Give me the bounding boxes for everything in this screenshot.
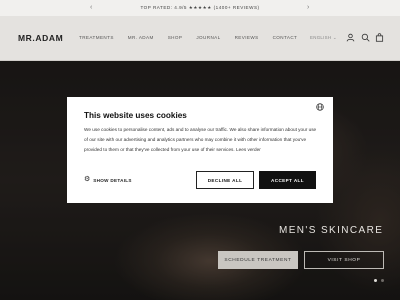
nav-item-treatments[interactable]: TREATMENTS — [79, 35, 114, 40]
show-details-label: SHOW DETAILS — [93, 177, 132, 183]
globe-icon[interactable] — [316, 103, 324, 111]
slide-dot-1[interactable] — [374, 279, 377, 282]
hero-title: MEN'S SKINCARE — [279, 225, 384, 236]
cookie-consent-dialog: This website uses cookies We use cookies… — [67, 97, 333, 203]
nav-item-contact[interactable]: CONTACT — [273, 35, 298, 40]
announcement-text: TOP RATED: 4.9/5 ★★★★★ (1400+ REVIEWS) — [140, 5, 260, 10]
nav-item-reviews[interactable]: REVIEWS — [235, 35, 259, 40]
accept-all-button[interactable]: ACCEPT ALL — [259, 171, 316, 189]
schedule-treatment-button[interactable]: SCHEDULE TREATMENT — [218, 251, 298, 269]
language-label: ENGLISH — [310, 35, 332, 40]
cookie-title: This website uses cookies — [84, 111, 187, 120]
site-header: MR.ADAM TREATMENTS MR. ADAM SHOP JOURNAL… — [0, 16, 400, 61]
chevron-right-icon[interactable]: › — [307, 3, 309, 13]
nav-item-shop[interactable]: SHOP — [168, 35, 183, 40]
logo[interactable]: MR.ADAM — [18, 33, 63, 43]
bag-icon[interactable] — [375, 33, 384, 42]
search-icon[interactable] — [361, 33, 370, 42]
decline-all-button[interactable]: DECLINE ALL — [196, 171, 254, 189]
nav-item-mr-adam[interactable]: MR. ADAM — [128, 35, 154, 40]
slide-dot-2[interactable] — [381, 279, 384, 282]
account-icon[interactable] — [346, 33, 355, 42]
nav-item-journal[interactable]: JOURNAL — [196, 35, 220, 40]
announcement-bar: ‹ TOP RATED: 4.9/5 ★★★★★ (1400+ REVIEWS)… — [0, 0, 400, 16]
show-details-toggle[interactable]: ⚙ SHOW DETAILS — [84, 176, 132, 184]
language-selector[interactable]: ENGLISH ⌄ — [310, 35, 337, 41]
main-nav: TREATMENTS MR. ADAM SHOP JOURNAL REVIEWS… — [79, 35, 311, 40]
visit-shop-button[interactable]: VISIT SHOP — [304, 251, 384, 269]
chevron-down-icon: ⌄ — [332, 35, 337, 40]
chevron-left-icon[interactable]: ‹ — [90, 3, 92, 13]
gear-icon: ⚙ — [84, 176, 91, 183]
cookie-body-text: We use cookies to personalise content, a… — [84, 127, 317, 153]
